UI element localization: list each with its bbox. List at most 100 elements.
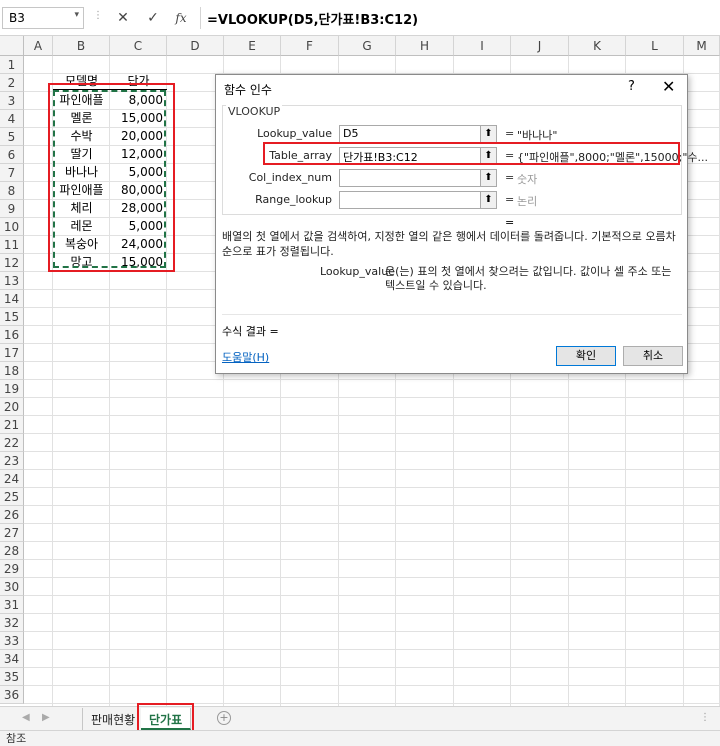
function-arguments-dialog: 함수 인수 ? ✕ VLOOKUP Lookup_value D5 ⬆ = "바나나" T… [215,74,708,374]
row-header[interactable]: 11 [0,236,24,254]
row-header[interactable]: 25 [0,488,24,506]
column-header[interactable]: D [167,36,224,56]
row-header[interactable]: 23 [0,452,24,470]
column-header[interactable]: K [569,36,626,56]
name-box-value: B3 [9,11,25,25]
row-header[interactable]: 12 [0,254,24,272]
column-header[interactable]: F [281,36,339,56]
row-header[interactable]: 32 [0,614,24,632]
arg-equals: = [505,127,515,140]
column-header[interactable]: L [626,36,684,56]
row-header[interactable]: 29 [0,560,24,578]
highlight-box-range [48,83,175,272]
row-header[interactable]: 7 [0,164,24,182]
row-header[interactable]: 2 [0,74,24,92]
help-link[interactable]: 도움말(H) [222,349,269,365]
row-header[interactable]: 8 [0,182,24,200]
collapse-dialog-icon[interactable]: ⬆ [480,125,497,143]
cancel-button[interactable]: 취소 [623,346,683,366]
arg-equals: = [505,171,515,184]
tab-sales-status[interactable]: 판매현황 [82,708,145,730]
column-header[interactable]: C [110,36,167,56]
collapse-dialog-icon[interactable]: ⬆ [480,169,497,187]
cancel-icon[interactable]: ✕ [113,8,133,28]
row-header[interactable]: 5 [0,128,24,146]
arg-description: 은(는) 표의 첫 열에서 찾으려는 값입니다. 값이나 셀 주소 또는 텍스트… [385,265,672,292]
row-header[interactable]: 33 [0,632,24,650]
row-header[interactable]: 19 [0,380,24,398]
row-header[interactable]: 27 [0,524,24,542]
row-header[interactable]: 18 [0,362,24,380]
arg-input[interactable]: D5 [339,125,483,143]
insert-function-icon[interactable]: fx [171,8,191,28]
row-header[interactable]: 4 [0,110,24,128]
chevron-down-icon[interactable]: ▾ [74,10,79,20]
row-header[interactable]: 15 [0,308,24,326]
column-header[interactable]: G [339,36,396,56]
row-header[interactable]: 24 [0,470,24,488]
row-header[interactable]: 6 [0,146,24,164]
dialog-title: 함수 인수 [224,83,272,97]
column-header[interactable]: E [224,36,281,56]
formula-bar: B3 ▾ ⋮ ✕ ✓ fx =VLOOKUP(D5,단가표!B3:C12) [0,0,720,36]
arg-input[interactable] [339,169,483,187]
highlight-box-tab [137,703,194,732]
ok-button[interactable]: 확인 [556,346,616,366]
gridline [24,685,720,686]
row-header[interactable]: 14 [0,290,24,308]
row-header[interactable]: 21 [0,416,24,434]
tab-next-icon[interactable]: ▶ [42,712,50,723]
arg-equals: = [505,193,515,206]
row-header[interactable]: 3 [0,92,24,110]
row-header[interactable]: 26 [0,506,24,524]
gridline [24,451,720,452]
row-header[interactable]: 28 [0,542,24,560]
arg-input[interactable] [339,191,483,209]
row-header[interactable]: 31 [0,596,24,614]
column-header[interactable]: H [396,36,454,56]
gridline [24,487,720,488]
add-sheet-icon[interactable]: + [217,711,231,725]
row-header[interactable]: 34 [0,650,24,668]
row-header[interactable]: 1 [0,56,24,74]
row-header[interactable]: 17 [0,344,24,362]
column-header[interactable]: J [511,36,569,56]
column-header[interactable]: I [454,36,511,56]
gridline [24,523,720,524]
row-header[interactable]: 16 [0,326,24,344]
divider [222,314,682,315]
arg-label: Range_lookup [255,193,332,206]
column-header[interactable]: M [684,36,720,56]
column-header[interactable]: A [24,36,53,56]
row-header[interactable]: 30 [0,578,24,596]
gridline [24,595,720,596]
row-header[interactable]: 36 [0,686,24,704]
formula-result: 수식 결과 = [222,325,279,338]
function-name: VLOOKUP [226,105,283,118]
row-header[interactable]: 20 [0,398,24,416]
row-header[interactable]: 10 [0,218,24,236]
close-icon[interactable]: ✕ [662,77,675,96]
select-all-corner[interactable] [0,36,24,56]
gridline [24,667,720,668]
row-header[interactable]: 22 [0,434,24,452]
row-header[interactable]: 13 [0,272,24,290]
arg-result: 논리 [517,195,538,208]
gridline [24,397,720,398]
gridline [24,613,720,614]
collapse-dialog-icon[interactable]: ⬆ [480,191,497,209]
row-header[interactable]: 35 [0,668,24,686]
formula-input[interactable]: =VLOOKUP(D5,단가표!B3:C12) [200,7,720,29]
column-header[interactable]: B [53,36,110,56]
sheet-tab-bar: ◀ ▶ 판매현황 단가표 + ⋮ [0,706,720,730]
name-box[interactable]: B3 ▾ [2,7,84,29]
arg-label: Lookup_value [257,127,332,140]
gridline [24,559,720,560]
gridline [24,649,720,650]
tab-prev-icon[interactable]: ◀ [22,712,30,723]
help-icon[interactable]: ? [628,79,635,94]
gridline [24,433,720,434]
enter-icon[interactable]: ✓ [143,8,163,28]
arg-result: "바나나" [517,129,558,142]
row-header[interactable]: 9 [0,200,24,218]
